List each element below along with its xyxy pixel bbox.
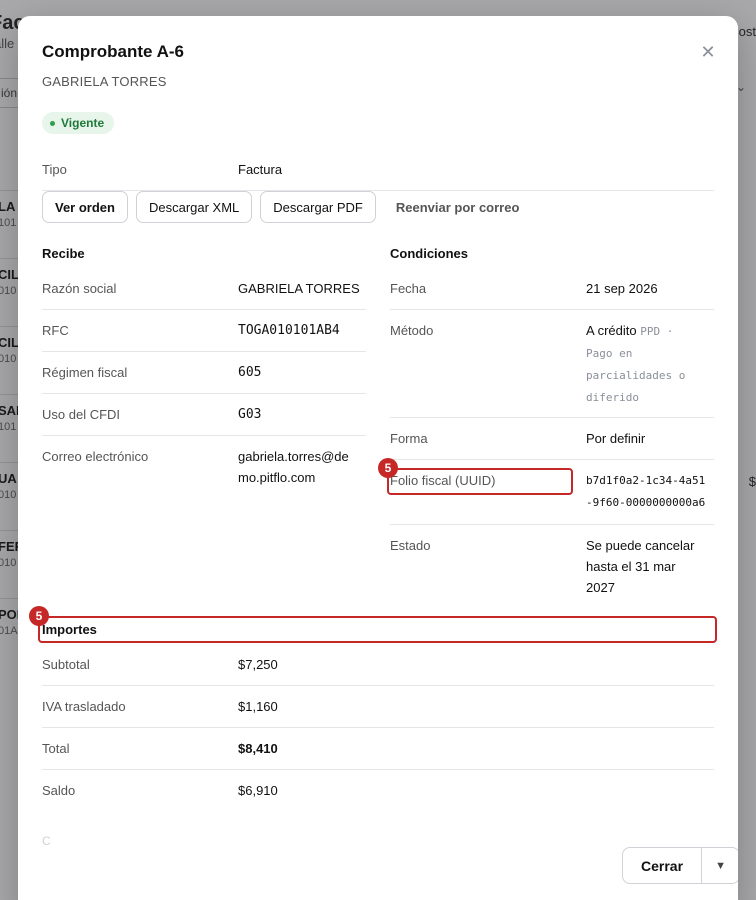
correo-row: Correo electrónico gabriela.torres@de mo… — [42, 436, 366, 496]
subtotal-row: Subtotal $7,250 — [42, 644, 714, 686]
highlight-box-importes — [38, 616, 717, 643]
folio-fiscal-value: b7d1f0a2-1c34-4a51 -9f60-0000000000a6 — [586, 470, 705, 514]
estado-value: Se puede cancelar hasta el 31 mar 2027 — [586, 535, 694, 598]
correo-value: gabriela.torres@de mo.pitflo.com — [238, 446, 349, 488]
estado-row: Estado Se puede cancelar hasta el 31 mar… — [390, 525, 714, 605]
razon-social-label: Razón social — [42, 281, 117, 296]
recibe-heading: Recibe — [42, 246, 85, 261]
fecha-value: 21 sep 2026 — [586, 281, 658, 296]
regimen-fiscal-label: Régimen fiscal — [42, 365, 128, 380]
forma-value: Por definir — [586, 431, 646, 446]
fecha-row: Fecha 21 sep 2026 — [390, 278, 714, 310]
status-badge: Vigente — [42, 112, 115, 134]
uuid-line: -9f60-0000000000a6 — [586, 496, 706, 509]
uso-cfdi-label: Uso del CFDI — [42, 407, 121, 422]
estado-value-line: hasta el 31 mar — [586, 559, 676, 574]
subtotal-label: Subtotal — [42, 657, 90, 672]
total-row: Total $8,410 — [42, 728, 714, 770]
iva-value: $1,160 — [238, 699, 278, 714]
highlight-badge: 5 — [378, 458, 398, 478]
subtotal-value: $7,250 — [238, 657, 278, 672]
estado-label: Estado — [390, 538, 431, 553]
estado-value-line: Se puede cancelar — [586, 538, 695, 553]
action-toolbar: Ver orden Descargar XML Descargar PDF Re… — [42, 191, 532, 223]
correo-value-line: gabriela.torres@de — [238, 449, 349, 464]
iva-row: IVA trasladado $1,160 — [42, 686, 714, 728]
reenviar-correo-button[interactable]: Reenviar por correo — [383, 191, 532, 223]
highlight-badge: 5 — [29, 606, 49, 626]
descargar-pdf-button[interactable]: Descargar PDF — [260, 191, 376, 223]
regimen-fiscal-row: Régimen fiscal 605 — [42, 352, 366, 394]
metodo-label: Método — [390, 323, 434, 338]
metodo-description: diferido — [586, 391, 639, 404]
close-icon[interactable]: ✕ — [698, 42, 718, 62]
fecha-label: Fecha — [390, 281, 427, 296]
uuid-line: b7d1f0a2-1c34-4a51 — [586, 474, 706, 487]
correo-label: Correo electrónico — [42, 449, 149, 464]
tipo-label: Tipo — [42, 162, 67, 177]
metodo-value: A crédito PPD · Pago en parcialidades o … — [586, 320, 714, 409]
forma-row: Forma Por definir — [390, 418, 714, 460]
modal-title: Comprobante A-6 — [42, 42, 184, 61]
metodo-description: parcialidades o — [586, 369, 686, 382]
cerrar-button[interactable]: Cerrar — [623, 848, 701, 883]
faded-next-row: C — [42, 834, 51, 848]
rfc-value: TOGA010101AB4 — [238, 323, 340, 338]
rfc-row: RFC TOGA010101AB4 — [42, 310, 366, 352]
regimen-fiscal-value: 605 — [238, 365, 262, 380]
tipo-row: Tipo Factura — [42, 161, 714, 191]
chevron-down-icon[interactable]: ▼ — [701, 848, 738, 883]
metodo-code: PPD · — [640, 325, 674, 338]
razon-social-row: Razón social GABRIELA TORRES — [42, 278, 366, 310]
iva-label: IVA trasladado — [42, 699, 126, 714]
metodo-main: A crédito — [586, 323, 637, 338]
saldo-row: Saldo $6,910 — [42, 770, 714, 812]
invoice-modal: Comprobante A-6 GABRIELA TORRES ✕ Vigent… — [18, 16, 738, 900]
status-badge-label: Vigente — [61, 116, 105, 130]
modal-subtitle: GABRIELA TORRES — [42, 74, 167, 89]
close-split-button: Cerrar ▼ — [622, 847, 738, 884]
metodo-description: Pago en — [586, 347, 633, 360]
ver-orden-button[interactable]: Ver orden — [42, 191, 128, 223]
saldo-label: Saldo — [42, 783, 76, 798]
forma-label: Forma — [390, 431, 428, 446]
estado-value-line: 2027 — [586, 580, 615, 595]
status-dot-icon — [50, 120, 55, 126]
razon-social-value: GABRIELA TORRES — [238, 281, 360, 296]
correo-value-line: mo.pitflo.com — [238, 470, 316, 485]
total-value: $8,410 — [238, 741, 278, 756]
condiciones-heading: Condiciones — [390, 246, 469, 261]
highlight-box-folio — [387, 468, 573, 495]
saldo-value: $6,910 — [238, 783, 278, 798]
metodo-row: Método A crédito PPD · Pago en parcialid… — [390, 310, 714, 418]
total-label: Total — [42, 741, 70, 756]
rfc-label: RFC — [42, 323, 69, 338]
tipo-value: Factura — [238, 162, 283, 177]
uso-cfdi-row: Uso del CFDI G03 — [42, 394, 366, 436]
descargar-xml-button[interactable]: Descargar XML — [135, 191, 253, 223]
uso-cfdi-value: G03 — [238, 407, 262, 422]
